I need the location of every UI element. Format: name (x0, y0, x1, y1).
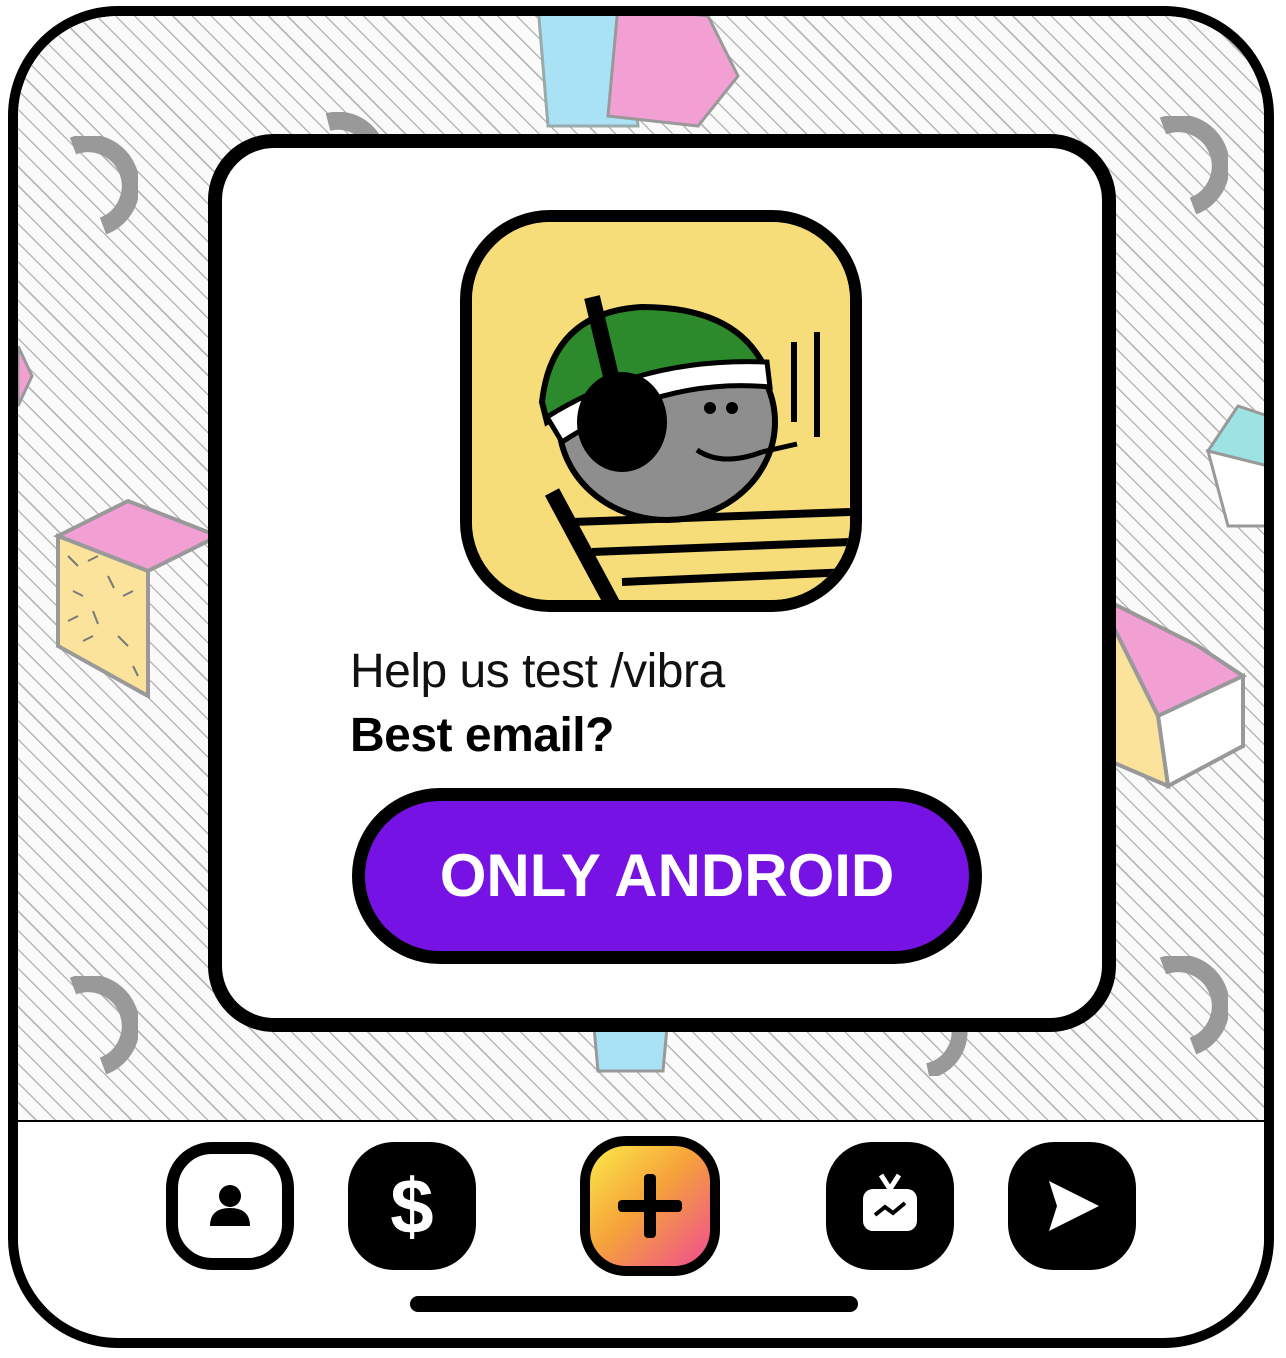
only-android-button[interactable]: ONLY ANDROID (352, 788, 982, 964)
deco-cyan-cube-right (1205, 404, 1264, 528)
deco-arc-left-top (69, 136, 138, 235)
device-frame: Help us test /vibra Best email? ONLY AND… (8, 6, 1274, 1348)
deco-arc-right-bottom (1159, 956, 1228, 1055)
tab-profile[interactable] (166, 1142, 294, 1270)
dollar-icon: $ (390, 1162, 434, 1250)
tab-send[interactable] (1008, 1142, 1136, 1270)
tab-tv[interactable] (826, 1142, 954, 1270)
app-avatar (460, 210, 862, 612)
tab-money[interactable]: $ (348, 1142, 476, 1270)
avatar-illustration (472, 222, 850, 600)
deco-arc-left-bottom (69, 976, 138, 1075)
deco-arc-right-top (1159, 116, 1228, 215)
plus-icon (618, 1174, 682, 1238)
test-invite-card: Help us test /vibra Best email? ONLY AND… (208, 134, 1116, 1032)
deco-pink-sliver-left (18, 346, 34, 407)
bottom-tab-bar: $ (18, 1122, 1264, 1322)
email-question: Best email? (350, 709, 614, 762)
tab-create[interactable] (580, 1136, 720, 1276)
person-icon (210, 1185, 250, 1226)
deco-pink-block-top (606, 16, 740, 128)
deco-pink-white-block-right (1098, 593, 1248, 790)
deco-pink-yellow-block-left (53, 498, 218, 700)
test-prompt-text: Help us test /vibra (350, 645, 725, 698)
tv-icon (863, 1173, 917, 1231)
send-icon (1049, 1181, 1099, 1231)
home-indicator[interactable] (410, 1296, 858, 1312)
